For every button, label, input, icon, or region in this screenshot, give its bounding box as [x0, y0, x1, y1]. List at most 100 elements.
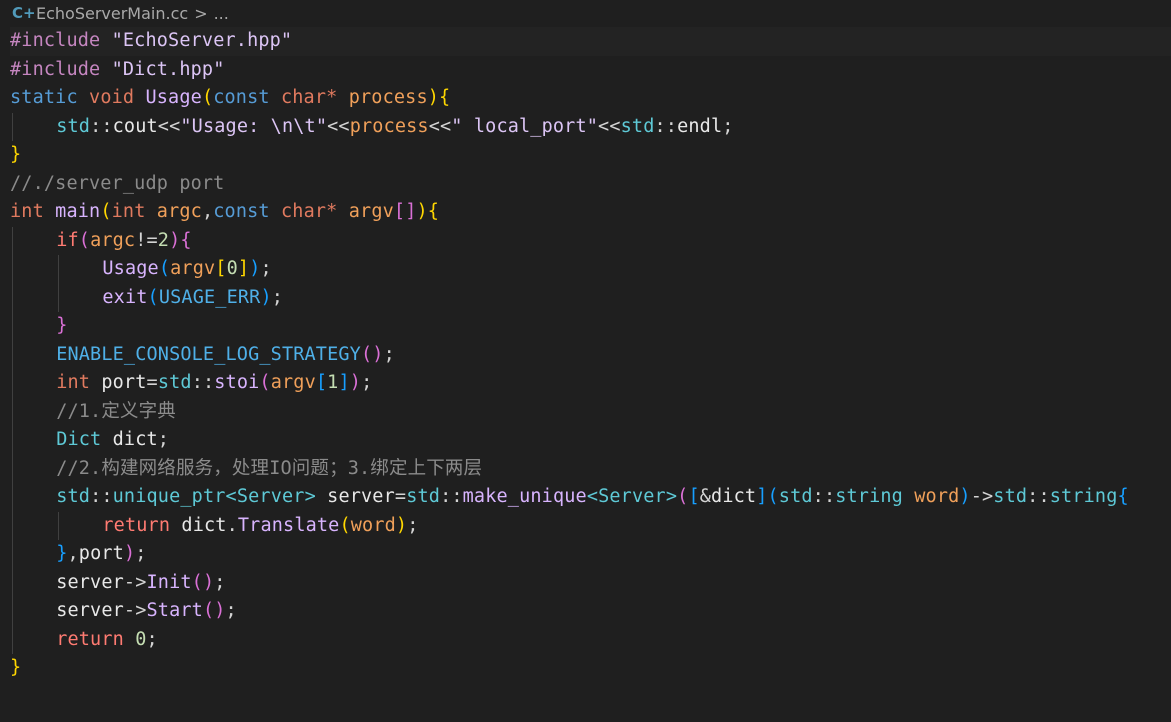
code-token: unique_ptr	[112, 486, 226, 507]
code-line[interactable]: //2.构建网络服务，处理IO问题；3.绑定上下两层	[10, 454, 1171, 483]
code-line-content: }	[10, 657, 21, 678]
code-token: ]	[237, 258, 250, 279]
code-line-content: static void Usage(const char* process){	[10, 87, 450, 108]
code-token: =	[394, 486, 407, 507]
code-token: //./server_udp port	[10, 172, 225, 194]
code-line[interactable]: exit(USAGE_ERR);	[10, 283, 1171, 312]
code-token: .	[226, 514, 238, 536]
code-line[interactable]: Dict dict;	[10, 426, 1171, 455]
code-editor[interactable]: C+ EchoServerMain.cc > ... #include "Ech…	[0, 0, 1171, 722]
code-token: [	[393, 201, 406, 222]
indent-guide	[58, 283, 60, 312]
code-token: ;	[260, 258, 272, 279]
code-token: std	[56, 115, 91, 137]
code-token: >	[665, 486, 678, 507]
code-token: ;	[214, 571, 226, 593]
code-line-content: #include "Dict.hpp"	[10, 59, 225, 80]
code-token: [	[688, 486, 700, 507]
code-token: <<	[428, 115, 452, 137]
indent-guide	[12, 397, 13, 426]
code-token: argc	[156, 201, 202, 222]
code-token: )	[123, 543, 136, 564]
code-line[interactable]: return dict.Translate(word);	[10, 511, 1171, 540]
code-token: ::	[90, 115, 113, 137]
code-line[interactable]: }	[10, 312, 1171, 341]
code-token: )	[202, 571, 215, 593]
code-area[interactable]: #include "EchoServer.hpp" #include "Dict.…	[10, 27, 1171, 683]
code-token: ;	[383, 343, 395, 365]
code-token: char	[280, 87, 327, 108]
code-token: (	[201, 87, 214, 108]
code-token: )	[372, 343, 384, 365]
code-line-content: exit(USAGE_ERR);	[10, 287, 283, 308]
code-line[interactable]: },port);	[10, 540, 1171, 569]
code-token: )	[349, 372, 362, 393]
code-token: (	[259, 372, 271, 393]
code-token: (	[677, 486, 689, 507]
code-token: }	[56, 315, 68, 336]
code-line-content: }	[10, 315, 67, 336]
code-token: ]	[338, 372, 350, 393]
code-line[interactable]: int main(int argc,const char* argv[]){	[10, 198, 1171, 227]
code-token: Server	[598, 486, 666, 507]
code-token: )	[214, 600, 226, 621]
code-line-content: return 0;	[10, 629, 158, 650]
code-line[interactable]: Usage(argv[0]);	[10, 255, 1171, 284]
code-token: [	[315, 372, 328, 393]
code-line[interactable]: }	[10, 654, 1171, 683]
breadcrumb[interactable]: C+ EchoServerMain.cc > ...	[0, 0, 1171, 26]
code-token: port	[101, 372, 147, 393]
code-line[interactable]: std::unique_ptr<Server> server=std::make…	[10, 483, 1171, 512]
code-line[interactable]: //./server_udp port	[10, 170, 1171, 199]
code-line[interactable]: #include "EchoServer.hpp"	[10, 27, 1171, 56]
code-token: argc	[90, 229, 136, 251]
code-token: return	[102, 514, 171, 536]
code-token: !=	[135, 229, 158, 251]
code-token: 1	[327, 372, 339, 393]
code-token: }	[10, 144, 22, 165]
code-token: static	[10, 87, 78, 108]
code-token: 0	[135, 628, 147, 650]
code-line[interactable]: std::cout<<"Usage: \n\t"<<process<<" loc…	[10, 112, 1171, 141]
code-line[interactable]: if(argc!=2){	[10, 226, 1171, 255]
code-line[interactable]: int port=std::stoi(argv[1]);	[10, 369, 1171, 398]
code-line[interactable]: server->Start();	[10, 597, 1171, 626]
code-token: {	[180, 229, 192, 251]
code-token: Dict	[56, 429, 102, 450]
code-line-content: //1.定义字典	[10, 401, 176, 422]
code-token: Translate	[237, 514, 340, 536]
code-token: string	[1049, 486, 1118, 507]
code-token: "EchoServer.hpp"	[111, 30, 293, 51]
code-token: //2.构建网络服务，处理IO问题；3.绑定上下两层	[56, 457, 483, 479]
code-line[interactable]: server->Init();	[10, 568, 1171, 597]
code-token: ::	[812, 486, 836, 507]
indent-guide	[12, 255, 13, 284]
code-token: (	[339, 514, 351, 536]
code-line-content: Dict dict;	[10, 429, 169, 450]
code-token: <	[586, 486, 599, 507]
code-line[interactable]: ENABLE_CONSOLE_LOG_STRATEGY();	[10, 340, 1171, 369]
code-token: make_unique	[462, 486, 587, 507]
code-token: *	[326, 201, 338, 222]
code-token: //1.定义字典	[56, 400, 176, 422]
code-token: ;	[135, 543, 147, 564]
indent-guide	[58, 511, 60, 540]
code-line[interactable]: return 0;	[10, 625, 1171, 654]
code-line[interactable]: }	[10, 141, 1171, 170]
indent-guide	[12, 540, 13, 569]
code-token: std	[56, 486, 91, 507]
code-line[interactable]: static void Usage(const char* process){	[10, 84, 1171, 113]
code-line[interactable]: #include "Dict.hpp"	[10, 56, 1171, 85]
breadcrumb-file-name[interactable]: EchoServerMain.cc	[36, 4, 188, 23]
code-token: main	[55, 201, 101, 222]
code-token: if	[56, 229, 79, 251]
code-token: Start	[146, 600, 203, 621]
breadcrumb-symbols[interactable]: ...	[214, 4, 229, 23]
code-token: std	[157, 372, 192, 393]
code-line[interactable]: //1.定义字典	[10, 397, 1171, 426]
